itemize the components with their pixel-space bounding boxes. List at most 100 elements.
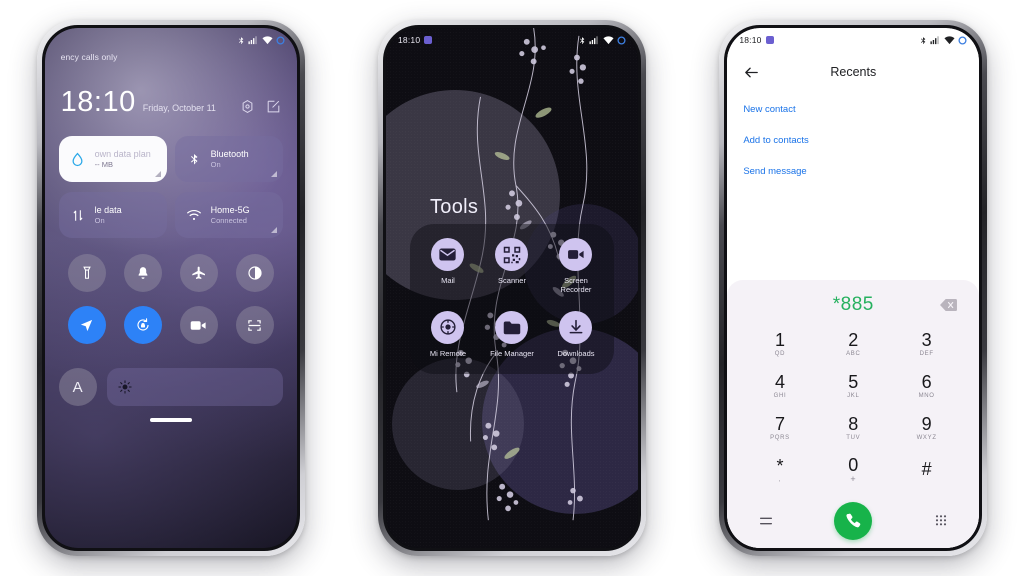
key-letters: PQRS — [770, 435, 790, 441]
clock-time: 18:10 — [60, 86, 136, 118]
toggle-screenshot[interactable] — [235, 306, 274, 344]
key-star[interactable]: *, — [743, 450, 816, 490]
phone-lockscreen: ency calls only 18:10 Friday, October 11 — [36, 20, 305, 556]
quick-toggle-grid — [59, 254, 283, 344]
toggle-location[interactable] — [67, 306, 106, 344]
tile-corner-indicator — [154, 171, 161, 177]
key-digit: 6 — [921, 372, 932, 392]
circle-indicator-icon — [276, 35, 285, 45]
app-mail[interactable]: Mail — [416, 238, 480, 295]
notification-badge-icon — [765, 36, 774, 44]
signal-bars-icon — [589, 36, 598, 45]
app-label: Mi Remote — [429, 348, 467, 358]
phone3-bezel: 18:10 Recents New contact Add to contact… — [724, 25, 983, 551]
settings-gear-icon[interactable] — [240, 99, 255, 114]
link-send-message[interactable]: Send message — [743, 166, 963, 177]
edit-pencil-icon[interactable] — [266, 99, 281, 114]
toggle-auto-rotate[interactable] — [123, 306, 162, 344]
key-digit: 5 — [848, 372, 859, 392]
app-file-manager[interactable]: File Manager — [480, 310, 544, 358]
tile-bluetooth[interactable]: Bluetooth On — [174, 136, 283, 182]
dialpad-bottom-bar — [727, 498, 979, 544]
mobile-data-arrows-icon — [69, 206, 87, 224]
toggle-airplane-mode[interactable] — [179, 254, 218, 292]
tile-data-plan[interactable]: own data plan -- MB — [58, 136, 167, 182]
folder-title[interactable]: Tools — [430, 196, 478, 219]
link-add-to-contacts[interactable]: Add to contacts — [743, 135, 963, 146]
download-arrow-icon — [559, 310, 593, 344]
brightness-slider[interactable] — [106, 368, 283, 406]
app-scanner[interactable]: Scanner — [480, 238, 544, 295]
app-mi-remote[interactable]: Mi Remote — [416, 310, 480, 358]
tile-bluetooth-text: Bluetooth On — [211, 149, 249, 169]
phone1-status-bar — [45, 28, 297, 52]
tile-subtitle: On — [94, 216, 105, 225]
key-7[interactable]: 7 PQRS — [743, 408, 816, 448]
key-letters: ABC — [846, 351, 861, 357]
link-new-contact[interactable]: New contact — [743, 104, 963, 115]
quick-settings-row-1: own data plan -- MB Bluetooth On — [58, 136, 283, 182]
key-9[interactable]: 9 WXYZ — [890, 408, 963, 448]
phone-homescreen: 18:10 Tools Mail Scanner Screen Recorder… — [377, 20, 646, 556]
menu-lines-icon[interactable] — [758, 513, 774, 529]
page-title: Recents — [830, 65, 877, 79]
key-hash[interactable]: # — [890, 450, 963, 490]
status-right-icons — [237, 35, 285, 46]
toggle-flashlight[interactable] — [67, 254, 106, 292]
call-button[interactable] — [834, 502, 873, 540]
home-indicator[interactable] — [149, 418, 192, 422]
app-label: Mail — [441, 276, 455, 285]
brightness-control-row: A — [58, 368, 283, 406]
auto-brightness-button[interactable]: A — [58, 368, 97, 406]
dialed-number[interactable]: *885 — [833, 294, 874, 316]
phone2-screen: 18:10 Tools Mail Scanner Screen Recorder… — [385, 28, 638, 548]
wifi-icon — [262, 35, 273, 44]
key-2[interactable]: 2 ABC — [817, 324, 890, 364]
wifi-icon — [944, 35, 955, 44]
app-downloads[interactable]: Downloads — [544, 310, 608, 358]
bluetooth-icon — [921, 36, 926, 44]
signal-bars-icon — [930, 36, 940, 45]
phone3-status-bar: 18:10 — [727, 28, 979, 52]
key-0[interactable]: 0 + — [817, 450, 890, 490]
key-letters: WXYZ — [916, 435, 937, 441]
key-letters: TUV — [846, 435, 861, 441]
location-arrow-icon — [81, 319, 93, 331]
toggle-ring-mode[interactable] — [123, 254, 162, 292]
key-5[interactable]: 5 JKL — [817, 366, 890, 406]
tile-corner-indicator — [270, 227, 277, 233]
tile-mobile-data[interactable]: le data On — [58, 192, 167, 238]
dialpad-keys: 1 QD 2 ABC 3 DEF 4 GHI 5 JKL 6 MNO 7 PQRS 8 TUV … — [727, 322, 979, 490]
key-6[interactable]: 6 MNO — [890, 366, 963, 406]
app-screen-recorder[interactable]: Screen Recorder — [544, 238, 608, 295]
airplane-icon — [191, 266, 205, 279]
keypad-grid-icon[interactable] — [933, 513, 949, 529]
lockscreen-clock-row: 18:10 Friday, October 11 — [61, 88, 281, 117]
key-digit: 8 — [848, 414, 859, 434]
key-digit: 0 — [848, 455, 859, 475]
toggle-screen-record[interactable] — [179, 306, 218, 344]
phone2-bezel: 18:10 Tools Mail Scanner Screen Recorder… — [382, 25, 641, 551]
tile-wifi-text: Home-5G Connected — [211, 205, 250, 225]
app-label: File Manager — [490, 348, 534, 358]
dark-mode-contrast-icon — [248, 266, 262, 280]
key-digit: # — [921, 459, 932, 479]
tile-subtitle: On — [210, 160, 221, 169]
key-digit: 3 — [921, 330, 932, 350]
tile-wifi[interactable]: Home-5G Connected — [174, 192, 283, 238]
key-4[interactable]: 4 GHI — [743, 366, 816, 406]
key-digit: * — [776, 456, 784, 476]
contact-action-links: New contact Add to contacts Send message — [727, 92, 979, 177]
backspace-icon[interactable] — [940, 299, 958, 311]
key-letters: MNO — [918, 393, 935, 399]
key-digit: 7 — [774, 414, 785, 434]
tile-mobile-data-text: le data On — [95, 205, 122, 225]
key-8[interactable]: 8 TUV — [817, 408, 890, 448]
status-time: 18:10 — [739, 35, 762, 45]
toggle-dark-mode[interactable] — [235, 254, 274, 292]
key-3[interactable]: 3 DEF — [890, 324, 963, 364]
auto-rotate-icon — [137, 318, 149, 331]
key-1[interactable]: 1 QD — [743, 324, 816, 364]
bluetooth-icon — [238, 36, 243, 44]
status-right-icons — [578, 35, 626, 46]
